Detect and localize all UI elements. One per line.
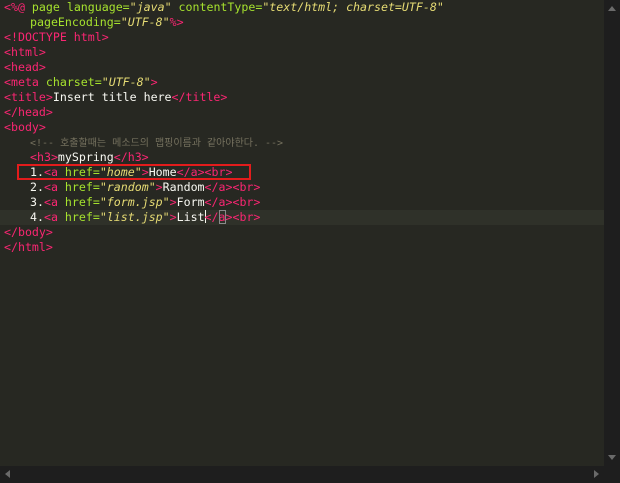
body-open-tag: <body> [4,120,46,134]
title-close-tag: </title> [171,90,228,104]
val-href: "random" [99,180,156,194]
scroll-up-arrow-icon[interactable] [608,6,616,11]
a-close-tag: </a> [176,165,205,179]
code-area[interactable]: <%@ page language="java" contentType="te… [0,0,604,255]
val-href: "form.jsp" [99,195,170,209]
val-language: "java" [129,0,172,14]
title-open-tag: <title> [4,90,53,104]
link-text: Home [148,165,177,179]
html-comment: <!-- 호출할때는 메소드의 맵핑이름과 같아야한다. --> [30,138,284,149]
code-line-13[interactable]: 2.<a href="random">Random</a><br> [0,180,604,195]
attr-href: href= [57,165,100,179]
val-href: "home" [99,165,142,179]
meta-close: > [150,75,158,89]
link-number: 4. [30,210,44,224]
a-open-tag: <a [43,210,58,224]
code-line-7[interactable]: <title>Insert title here</title> [0,90,604,105]
code-line-8[interactable]: </head> [0,105,604,120]
meta-open-tag: <meta [4,75,39,89]
code-line-15[interactable]: 4.<a href="list.jsp">List</a><br> [0,210,604,225]
link-text: Form [176,195,205,209]
link-number: 2. [30,180,44,194]
jsp-directive-open: <%@ [4,0,25,14]
a-close-lt: </ [204,210,219,224]
code-line-11[interactable]: <h3>mySpring</h3> [0,150,604,165]
attr-pageencoding: pageEncoding= [30,15,121,29]
doctype: <!DOCTYPE html> [4,30,109,44]
scroll-right-arrow-icon[interactable] [594,470,599,478]
code-line-12[interactable]: 1.<a href="home">Home</a><br> [0,165,604,180]
code-line-9[interactable]: <body> [0,120,604,135]
attr-charset: charset= [38,75,102,89]
attr-href: href= [57,195,100,209]
a-open-gt: > [141,165,149,179]
a-close-name-match: a [218,210,226,224]
val-charset: "UTF-8" [101,75,151,89]
code-editor[interactable]: <%@ page language="java" contentType="te… [0,0,604,466]
code-line-1[interactable]: <%@ page language="java" contentType="te… [0,0,604,15]
h3-open-tag: <h3> [30,150,58,164]
code-line-16[interactable]: </body> [0,225,604,240]
h3-text: mySpring [57,150,114,164]
val-contenttype: "text/html; charset=UTF-8" [262,0,444,14]
scroll-left-arrow-icon[interactable] [5,470,10,478]
horizontal-scrollbar[interactable] [0,466,604,483]
jsp-directive-close: %> [169,15,184,29]
attr-href: href= [57,210,100,224]
title-text: Insert title here [52,90,172,104]
vertical-scrollbar[interactable] [604,0,620,466]
code-line-10[interactable]: <!-- 호출할때는 메소드의 맵핑이름과 같아야한다. --> [0,135,604,150]
code-line-4[interactable]: <html> [0,45,604,60]
a-open-tag: <a [43,165,58,179]
html-close-tag: </html> [4,240,53,254]
code-line-3[interactable]: <!DOCTYPE html> [0,30,604,45]
head-close-tag: </head> [4,105,53,119]
body-close-tag: </body> [4,225,53,239]
link-number: 3. [30,195,44,209]
link-text: List [176,210,205,224]
a-open-tag: <a [43,180,58,194]
link-text: Random [162,180,205,194]
val-pageencoding: "UTF-8" [120,15,170,29]
a-open-tag: <a [43,195,58,209]
head-open-tag: <head> [4,60,46,74]
h3-close-tag: </h3> [113,150,149,164]
link-number: 1. [30,165,44,179]
a-open-gt: > [155,180,163,194]
attr-href: href= [57,180,100,194]
val-href: "list.jsp" [99,210,170,224]
a-close-tag: </a> [204,180,233,194]
code-line-14[interactable]: 3.<a href="form.jsp">Form</a><br> [0,195,604,210]
br-tag: <br> [204,165,233,179]
scrollbar-corner [604,466,620,483]
br-tag: <br> [232,180,261,194]
jsp-page-keyword: page [24,0,60,14]
a-close-tag: </a> [204,195,233,209]
code-line-2[interactable]: pageEncoding="UTF-8"%> [0,15,604,30]
scroll-down-arrow-icon[interactable] [608,455,616,460]
br-tag: <br> [232,210,261,224]
html-open-tag: <html> [4,45,46,59]
code-line-5[interactable]: <head> [0,60,604,75]
a-open-gt: > [169,195,177,209]
br-tag: <br> [232,195,261,209]
code-line-6[interactable]: <meta charset="UTF-8"> [0,75,604,90]
code-line-17[interactable]: </html> [0,240,604,255]
attr-contenttype: contentType= [171,0,263,14]
a-open-gt: > [169,210,177,224]
attr-language: language= [59,0,130,14]
